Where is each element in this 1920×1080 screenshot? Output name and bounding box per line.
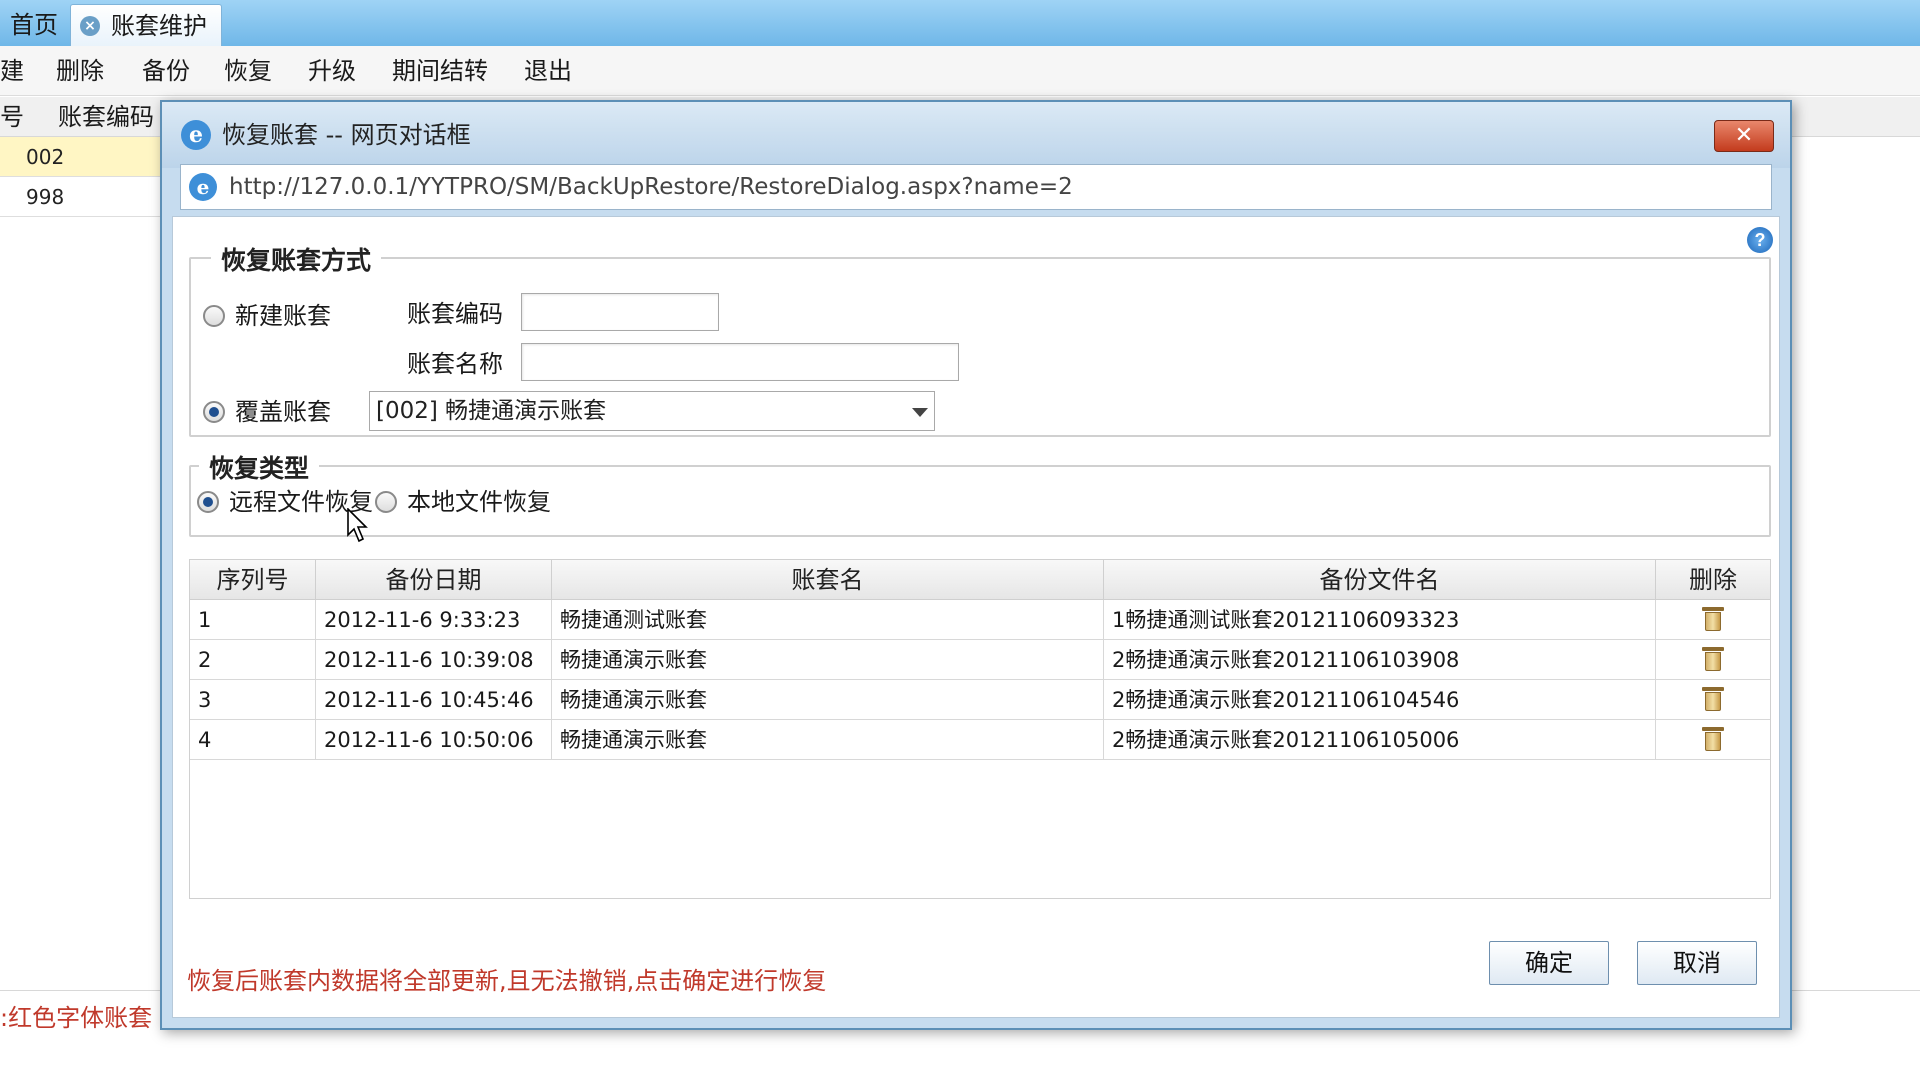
- cell-file: 2畅捷通演示账套20121106104546: [1104, 680, 1656, 720]
- cancel-button[interactable]: 取消: [1637, 941, 1757, 985]
- cell-no: 3: [190, 680, 316, 720]
- tab-label: 账套维护: [111, 12, 207, 40]
- account-code: 998: [26, 185, 65, 209]
- chevron-down-icon[interactable]: [912, 408, 928, 417]
- column-header-no[interactable]: 序列号: [190, 560, 316, 600]
- local-restore-radio[interactable]: [375, 491, 397, 513]
- column-header-file[interactable]: 备份文件名: [1104, 560, 1656, 600]
- cell-file: 2畅捷通演示账套20121106105006: [1104, 720, 1656, 760]
- restore-button[interactable]: 恢复: [224, 46, 272, 96]
- tab-bar: 首页 × 账套维护: [0, 0, 1920, 46]
- tab-home[interactable]: 首页: [0, 4, 68, 46]
- cell-account: 畅捷通演示账套: [552, 680, 1104, 720]
- account-name-input[interactable]: [521, 343, 959, 381]
- ie-icon: e: [181, 120, 211, 150]
- dialog-title: 恢复账套 -- 网页对话框: [222, 121, 471, 149]
- column-header-delete: 删除: [1689, 566, 1737, 594]
- ok-button[interactable]: 确定: [1489, 941, 1609, 985]
- column-header-account[interactable]: 账套名: [552, 560, 1104, 600]
- trash-icon[interactable]: [1702, 727, 1724, 751]
- cell-date: 2012-11-6 10:39:08: [316, 640, 552, 680]
- account-code-input[interactable]: [521, 293, 719, 331]
- cell-date: 2012-11-6 9:33:23: [316, 600, 552, 640]
- trash-icon[interactable]: [1702, 607, 1724, 631]
- trash-icon[interactable]: [1702, 647, 1724, 671]
- account-code-label: 账套编码: [407, 300, 503, 328]
- dialog-titlebar[interactable]: e 恢复账套 -- 网页对话框 ✕: [162, 102, 1790, 168]
- address-url: http://127.0.0.1/YYTPRO/SM/BackUpRestore…: [229, 174, 1073, 200]
- toolbar: 建 删除 备份 恢复 升级 期间结转 退出: [0, 46, 1920, 96]
- new-button[interactable]: 建: [0, 46, 24, 96]
- exit-button[interactable]: 退出: [524, 46, 572, 96]
- cell-date: 2012-11-6 10:50:06: [316, 720, 552, 760]
- cell-date: 2012-11-6 10:45:46: [316, 680, 552, 720]
- remote-restore-radio[interactable]: [197, 491, 219, 513]
- tab-account-maintenance[interactable]: × 账套维护: [70, 4, 222, 46]
- group-legend: 恢复账套方式: [211, 241, 382, 277]
- column-header-date[interactable]: 备份日期: [316, 560, 552, 600]
- cell-file: 2畅捷通演示账套20121106103908: [1104, 640, 1656, 680]
- legend-note: :红色字体账套: [0, 1004, 153, 1032]
- ie-icon: e: [189, 173, 217, 201]
- backup-table: 序列号 备份日期 账套名 备份文件名 删除 1 2012-11-6 9:33:2…: [189, 559, 1771, 899]
- column-header-no: 号: [0, 103, 24, 131]
- column-header-code: 账套编码: [58, 103, 154, 131]
- overwrite-account-radio[interactable]: [203, 401, 225, 423]
- table-row[interactable]: 3 2012-11-6 10:45:46 畅捷通演示账套 2畅捷通演示账套201…: [190, 680, 1770, 720]
- table-row[interactable]: 002: [0, 137, 170, 177]
- cell-delete: [1656, 720, 1770, 760]
- delete-button[interactable]: 删除: [56, 46, 104, 96]
- period-close-button[interactable]: 期间结转: [392, 46, 488, 96]
- cell-no: 2: [190, 640, 316, 680]
- local-restore-label: 本地文件恢复: [407, 488, 551, 516]
- warning-text: 恢复后账套内数据将全部更新,且无法撤销,点击确定进行恢复: [187, 967, 827, 995]
- new-account-radio[interactable]: [203, 305, 225, 327]
- table-header: 序列号 备份日期 账套名 备份文件名 删除: [190, 560, 1770, 600]
- cell-file: 1畅捷通测试账套20121106093323: [1104, 600, 1656, 640]
- group-legend: 恢复类型: [199, 449, 320, 485]
- table-row[interactable]: 4 2012-11-6 10:50:06 畅捷通演示账套 2畅捷通演示账套201…: [190, 720, 1770, 760]
- cell-no: 1: [190, 600, 316, 640]
- cell-account: 畅捷通演示账套: [552, 640, 1104, 680]
- close-button[interactable]: ✕: [1714, 120, 1774, 152]
- dialog-body: ? 恢复账套方式 新建账套 账套编码 账套名称 覆盖账套 [002] 畅捷通演示…: [172, 216, 1780, 1018]
- select-value: [002] 畅捷通演示账套: [376, 398, 607, 424]
- upgrade-button[interactable]: 升级: [308, 46, 356, 96]
- backup-button[interactable]: 备份: [142, 46, 190, 96]
- account-code: 002: [26, 145, 65, 169]
- close-icon[interactable]: ×: [80, 16, 100, 36]
- cell-account: 畅捷通演示账套: [552, 720, 1104, 760]
- table-row[interactable]: 1 2012-11-6 9:33:23 畅捷通测试账套 1畅捷通测试账套2012…: [190, 600, 1770, 640]
- restore-type-group: 恢复类型 远程文件恢复 本地文件恢复: [189, 449, 1771, 537]
- cell-delete: [1656, 680, 1770, 720]
- overwrite-account-select[interactable]: [002] 畅捷通演示账套: [369, 391, 935, 431]
- cell-delete: [1656, 640, 1770, 680]
- cell-no: 4: [190, 720, 316, 760]
- overwrite-account-label: 覆盖账套: [235, 398, 331, 426]
- table-row[interactable]: 2 2012-11-6 10:39:08 畅捷通演示账套 2畅捷通演示账套201…: [190, 640, 1770, 680]
- trash-icon[interactable]: [1702, 687, 1724, 711]
- account-name-label: 账套名称: [407, 350, 503, 378]
- help-icon[interactable]: ?: [1747, 227, 1773, 253]
- mouse-cursor-icon: [347, 508, 368, 543]
- cell-delete: [1656, 600, 1770, 640]
- cell-account: 畅捷通测试账套: [552, 600, 1104, 640]
- restore-dialog: e 恢复账套 -- 网页对话框 ✕ e http://127.0.0.1/YYT…: [160, 100, 1792, 1030]
- address-bar: e http://127.0.0.1/YYTPRO/SM/BackUpResto…: [180, 164, 1772, 210]
- new-account-label: 新建账套: [235, 302, 331, 330]
- table-row[interactable]: 998: [0, 177, 170, 217]
